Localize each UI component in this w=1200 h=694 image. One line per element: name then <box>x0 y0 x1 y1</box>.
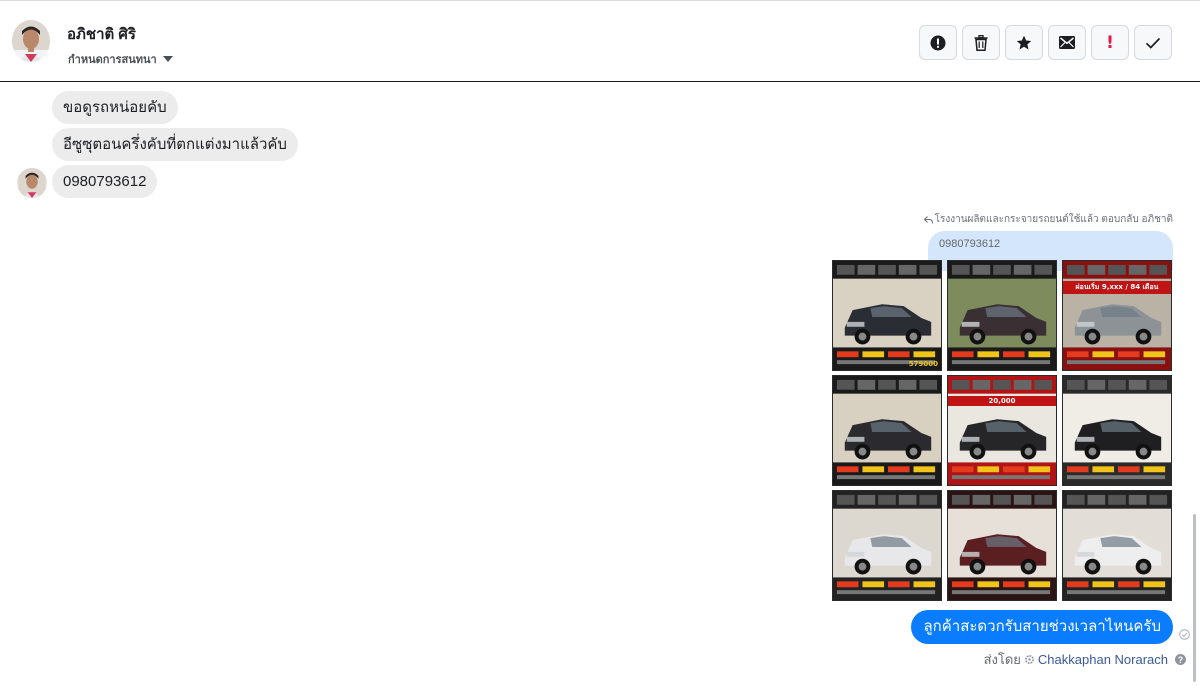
ad-tag: ผ่อนเริ่ม 9,xxx / 84 เดือน <box>1063 281 1171 294</box>
caret-down-icon <box>162 56 173 62</box>
truck-photo-icon <box>948 491 1056 600</box>
contact-avatar[interactable] <box>12 20 50 62</box>
truck-photo-icon <box>948 261 1056 370</box>
truck-photo-icon <box>1063 491 1171 600</box>
assign-conversation-dropdown[interactable]: กำหนดการสนทนา <box>68 50 173 68</box>
image-attachment-grid: 579000 ผ่อนเริ่ม 9,xxx / 84 เดือน 20,000 <box>832 260 1172 601</box>
image-attachment[interactable] <box>832 490 942 601</box>
assign-label: กำหนดการสนทนา <box>68 54 157 66</box>
sender-avatar[interactable] <box>17 168 47 198</box>
sent-by-label: ส่งโดย <box>983 652 1021 667</box>
ad-tag: 20,000 <box>948 396 1056 406</box>
follow-up-button[interactable]: ! <box>1091 25 1129 60</box>
outgoing-message[interactable]: ลูกค้าสะดวกรับสายช่วงเวลาไหนครับ <box>911 610 1173 644</box>
mark-spam-button[interactable] <box>919 25 957 60</box>
truck-photo-icon <box>833 261 941 370</box>
replied-note-text: โรงงานผลิตและกระจายรถยนต์ใช้แล้ว ตอบกลับ… <box>934 214 1173 225</box>
incoming-message[interactable]: 0980793612 <box>52 165 158 198</box>
agent-name[interactable]: Chakkaphan Norarach <box>1038 652 1168 667</box>
image-attachment[interactable] <box>947 490 1057 601</box>
truck-photo-icon <box>833 491 941 600</box>
reply-icon <box>923 215 933 224</box>
star-icon <box>1016 35 1032 49</box>
incoming-message[interactable]: อีซูซุตอนครึ่งคับที่ตกแต่งมาแล้วคับ <box>52 128 298 161</box>
delete-button[interactable] <box>962 25 1000 60</box>
conversation-header: อภิชาติ ศิริ กำหนดการสนทนา ! <box>0 0 1200 82</box>
image-attachment[interactable]: 579000 <box>832 260 942 371</box>
image-attachment[interactable] <box>832 375 942 486</box>
contact-name[interactable]: อภิชาติ ศิริ <box>67 22 136 46</box>
truck-photo-icon <box>1063 376 1171 485</box>
sent-by-line: ส่งโดย Chakkaphan Norarach ? <box>984 649 1186 670</box>
image-attachment[interactable]: 20,000 <box>947 375 1057 486</box>
ad-price: 579000 <box>908 360 938 368</box>
envelope-icon <box>1059 36 1075 49</box>
gear-icon <box>1025 655 1034 664</box>
image-attachment[interactable] <box>1062 375 1172 486</box>
image-attachment[interactable] <box>947 260 1057 371</box>
checkmark-icon <box>1145 37 1161 49</box>
mark-unread-button[interactable] <box>1048 25 1086 60</box>
truck-photo-icon <box>1063 261 1171 370</box>
incoming-message[interactable]: ขอดูรถหน่อยคับ <box>52 91 178 124</box>
exclamation-icon: ! <box>1106 32 1114 53</box>
conversation-view: อภิชาติ ศิริ กำหนดการสนทนา ! ขอดูรถหน่อย… <box>0 0 1200 694</box>
truck-photo-icon <box>948 376 1056 485</box>
replied-note: โรงงานผลิตและกระจายรถยนต์ใช้แล้ว ตอบกลับ… <box>923 212 1173 227</box>
mark-done-button[interactable] <box>1134 25 1172 60</box>
scrollbar-thumb[interactable] <box>1193 514 1196 682</box>
image-attachment[interactable]: ผ่อนเริ่ม 9,xxx / 84 เดือน <box>1062 260 1172 371</box>
truck-photo-icon <box>833 376 941 485</box>
trash-icon <box>974 34 988 51</box>
image-attachment[interactable] <box>1062 490 1172 601</box>
conversation-toolbar: ! <box>919 25 1172 60</box>
star-button[interactable] <box>1005 25 1043 60</box>
help-icon[interactable]: ? <box>1175 654 1186 665</box>
alert-circle-icon <box>930 35 946 50</box>
sent-check-icon <box>1179 629 1190 640</box>
